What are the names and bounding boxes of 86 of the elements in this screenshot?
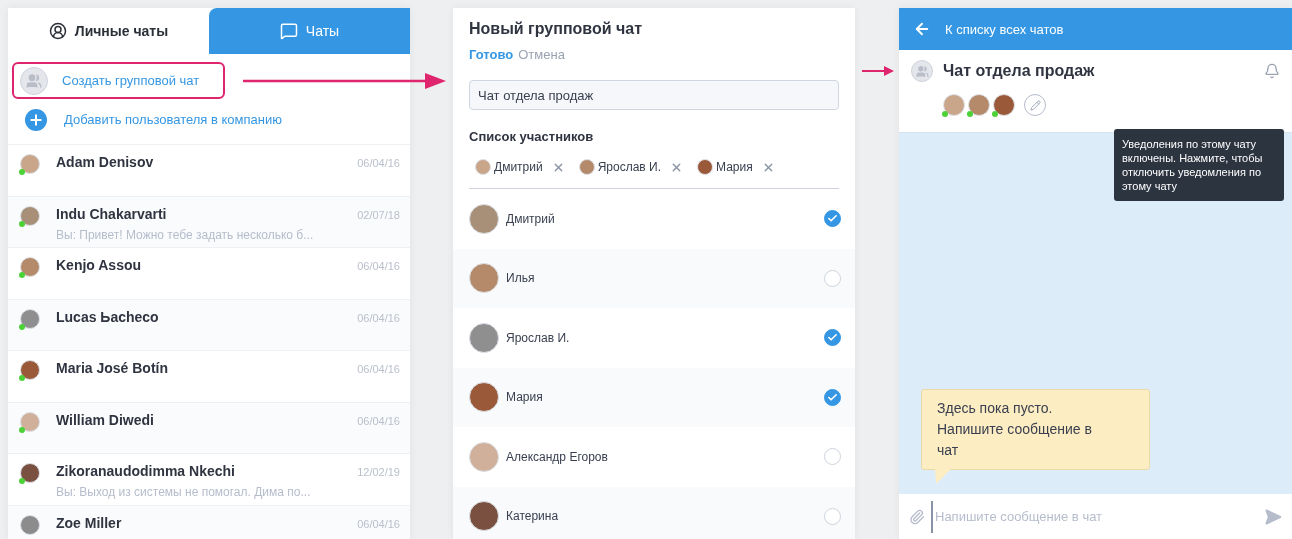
chat-date: 02/07/18	[357, 207, 400, 223]
member-row[interactable]: Ярослав И.	[453, 308, 855, 368]
avatar	[469, 203, 499, 234]
avatar	[697, 159, 713, 175]
group-name-field[interactable]: Чат отдела продаж	[469, 80, 839, 110]
chat-date: 06/04/16	[357, 413, 400, 429]
member-row[interactable]: Мария	[453, 367, 855, 427]
contact-name: Zoe Miller	[56, 514, 123, 533]
contact-name: Kenjo Assou	[56, 257, 143, 275]
member-name: Дмитрий	[506, 211, 556, 226]
check-icon	[827, 391, 838, 403]
chat-date: 06/04/16	[357, 310, 400, 326]
contact-name: William Diwedi	[56, 411, 155, 430]
avatar	[20, 360, 40, 380]
message-preview: Вы: Выход из системы не помогал. Дима по...	[56, 484, 312, 501]
avatar	[469, 263, 499, 294]
avatar	[943, 94, 965, 116]
avatar	[475, 159, 491, 175]
chat-list-item[interactable]: William Diwedi 06/04/16	[8, 401, 410, 453]
avatar	[20, 411, 40, 432]
member-label: Ярослав И.	[597, 160, 661, 174]
chat-date: 12/02/19	[357, 465, 400, 480]
member-name: Александр Егоров	[506, 449, 609, 464]
member-name: Ярослав И.	[506, 330, 571, 345]
member-row[interactable]: Дмитрий	[453, 189, 855, 249]
member-checkbox[interactable]	[824, 507, 841, 525]
chat-list-item[interactable]: Indu Chakarvarti 02/07/18 Вы: Привет! Можно тебе задать несколько б...	[8, 195, 410, 247]
avatar	[469, 441, 499, 472]
member-label: Дмитрий	[494, 160, 543, 174]
avatar	[578, 159, 595, 175]
contact-name: Maria José Botín	[56, 360, 170, 378]
user-icon	[48, 22, 67, 40]
contact-name: Indu Chakarvarti	[56, 205, 168, 224]
member-row[interactable]: Катерина	[453, 486, 855, 539]
chat-date: 06/04/16	[357, 362, 400, 377]
section-heading: Список участников	[469, 129, 595, 144]
avatar	[20, 205, 40, 226]
plus-icon	[25, 108, 47, 131]
member-row[interactable]: Илья	[453, 248, 855, 308]
member-checkbox[interactable]	[824, 448, 841, 466]
member-name: Катерина	[506, 509, 560, 524]
arrow	[862, 66, 894, 76]
chat-date: 06/04/16	[357, 516, 400, 532]
member-row[interactable]: Александр Егоров	[453, 427, 855, 487]
chat-list-item[interactable]: Kenjo Assou 06/04/16	[8, 247, 410, 299]
avatar	[469, 322, 499, 353]
chat-list-item[interactable]: Zikoranaudodimma Nkechi 12/02/19 Вы: Выход из системы не помогал. Дима по...	[8, 453, 410, 505]
group-icon	[20, 66, 48, 95]
paperclip-icon[interactable]	[909, 508, 925, 525]
member-checkbox[interactable]	[824, 329, 841, 347]
member-label: Мария	[716, 160, 753, 174]
contact-name: Lucas Ьacheco	[56, 308, 160, 327]
chat-list-item[interactable]: Maria José Botín 06/04/16	[8, 350, 410, 402]
avatar	[469, 382, 499, 413]
member-name: Мария	[506, 390, 544, 405]
avatar	[20, 154, 40, 174]
member-checkbox[interactable]	[824, 388, 841, 406]
contact-name: Zikoranaudodimma Nkechi	[56, 463, 236, 481]
avatar	[993, 94, 1015, 116]
chat-list-item[interactable]: Zoe Miller 06/04/16	[8, 504, 410, 539]
chat-date: 06/04/16	[357, 156, 400, 171]
avatar	[20, 308, 40, 329]
chat-list-item[interactable]: Adam Denisov 06/04/16	[8, 144, 410, 196]
chat-title: Чат отдела продаж	[943, 62, 1096, 80]
panel-title: Новый групповой чат	[469, 20, 644, 38]
avatar	[20, 514, 40, 535]
edit-icon[interactable]	[1024, 94, 1046, 116]
member-name: Илья	[506, 271, 536, 286]
tab[interactable]: Личные чаты	[8, 8, 209, 54]
avatar	[20, 463, 40, 483]
avatar	[469, 501, 499, 532]
member-checkbox[interactable]	[824, 269, 841, 287]
avatar	[968, 94, 990, 116]
chat-date: 06/04/16	[357, 259, 400, 274]
empty-chat-message: Здесь пока пусто. Напишите сообщение в чат	[921, 389, 1150, 470]
avatar	[20, 257, 40, 277]
chat-list-item[interactable]: Lucas Ьacheco 06/04/16	[8, 298, 410, 350]
contact-name: Adam Denisov	[56, 154, 155, 172]
bubble-tail	[935, 469, 951, 485]
send-icon[interactable]	[1264, 507, 1282, 526]
message-preview: Вы: Привет! Можно тебе задать несколько б...	[56, 226, 315, 244]
member-checkbox[interactable]	[824, 210, 841, 228]
chat-bubble-icon	[279, 22, 298, 40]
tooltip: Уведоления по этому чату включены. Нажмите, чтобы отключить уведомления по этому чату	[1114, 129, 1284, 201]
group-icon	[911, 60, 933, 82]
bell-icon[interactable]	[1264, 63, 1280, 79]
